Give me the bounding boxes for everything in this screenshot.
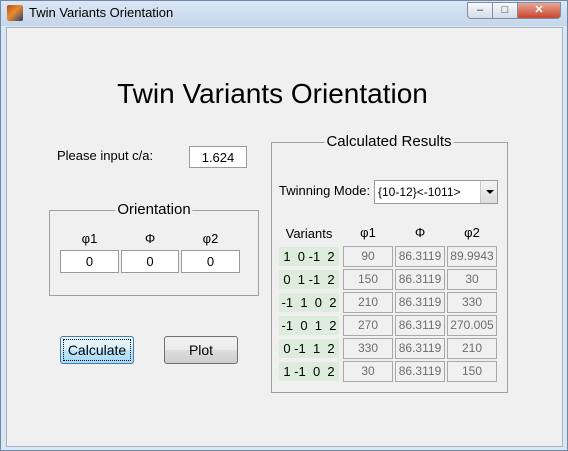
variant-label: 1 0 -1 2 (279, 247, 339, 266)
orientation-header-Phi: Φ (144, 231, 156, 246)
result-Phi: 86.3119 (395, 246, 445, 267)
result-phi1: 150 (343, 269, 393, 290)
results-header-Phi: Φ (414, 225, 426, 240)
result-Phi: 86.3119 (395, 315, 445, 336)
twinning-mode-select[interactable]: {10-12}<-1011> (374, 180, 498, 204)
phi2-input[interactable] (181, 250, 240, 273)
results-header-phi2: φ2 (464, 225, 480, 240)
orientation-header-phi2: φ2 (202, 231, 219, 246)
result-Phi: 86.3119 (395, 338, 445, 359)
result-phi1: 210 (343, 292, 393, 313)
variant-label: 1 -1 0 2 (279, 362, 339, 381)
window-controls: – □ ✕ (467, 2, 561, 19)
variant-label: 0 1 -1 2 (279, 270, 339, 289)
variant-label: -1 0 1 2 (279, 316, 339, 335)
result-phi1: 330 (343, 338, 393, 359)
result-phi2: 30 (447, 269, 497, 290)
results-header-variants: Variants (285, 226, 333, 241)
result-phi2: 270.005 (447, 315, 497, 336)
window-title: Twin Variants Orientation (29, 5, 174, 20)
minimize-button[interactable]: – (467, 2, 493, 19)
plot-button-label: Plot (188, 342, 214, 358)
page-title: Twin Variants Orientation (117, 78, 428, 109)
calculate-button-label: Calculate (67, 342, 127, 358)
maximize-button[interactable]: □ (493, 2, 518, 19)
result-phi2: 89.9943 (447, 246, 497, 267)
variant-label: 0 -1 1 2 (279, 339, 339, 358)
orientation-header-phi1: φ1 (81, 231, 98, 246)
twinning-mode-value: {10-12}<-1011> (378, 185, 461, 199)
plot-button[interactable]: Plot (164, 336, 238, 364)
result-phi2: 150 (447, 361, 497, 382)
result-phi2: 330 (447, 292, 497, 313)
orientation-title: Orientation (115, 201, 193, 218)
ca-input[interactable] (189, 146, 247, 168)
results-header-phi1: φ1 (360, 225, 376, 240)
chevron-down-icon[interactable] (480, 181, 497, 203)
result-phi1: 30 (343, 361, 393, 382)
result-Phi: 86.3119 (395, 269, 445, 290)
result-Phi: 86.3119 (395, 361, 445, 382)
result-phi2: 210 (447, 338, 497, 359)
result-Phi: 86.3119 (395, 292, 445, 313)
result-phi1: 270 (343, 315, 393, 336)
result-phi1: 90 (343, 246, 393, 267)
variant-label: -1 1 0 2 (279, 293, 339, 312)
close-button[interactable]: ✕ (518, 2, 561, 19)
phi1-input[interactable] (60, 250, 119, 273)
ca-label: Please input c/a: (57, 148, 154, 163)
results-title: Calculated Results (324, 133, 454, 150)
title-bar: Twin Variants Orientation – □ ✕ (1, 1, 567, 26)
matlab-logo-icon (7, 5, 23, 21)
Phi-input[interactable] (121, 250, 179, 273)
calculate-button[interactable]: Calculate (60, 336, 134, 364)
twinning-mode-label: Twinning Mode: (279, 183, 371, 198)
